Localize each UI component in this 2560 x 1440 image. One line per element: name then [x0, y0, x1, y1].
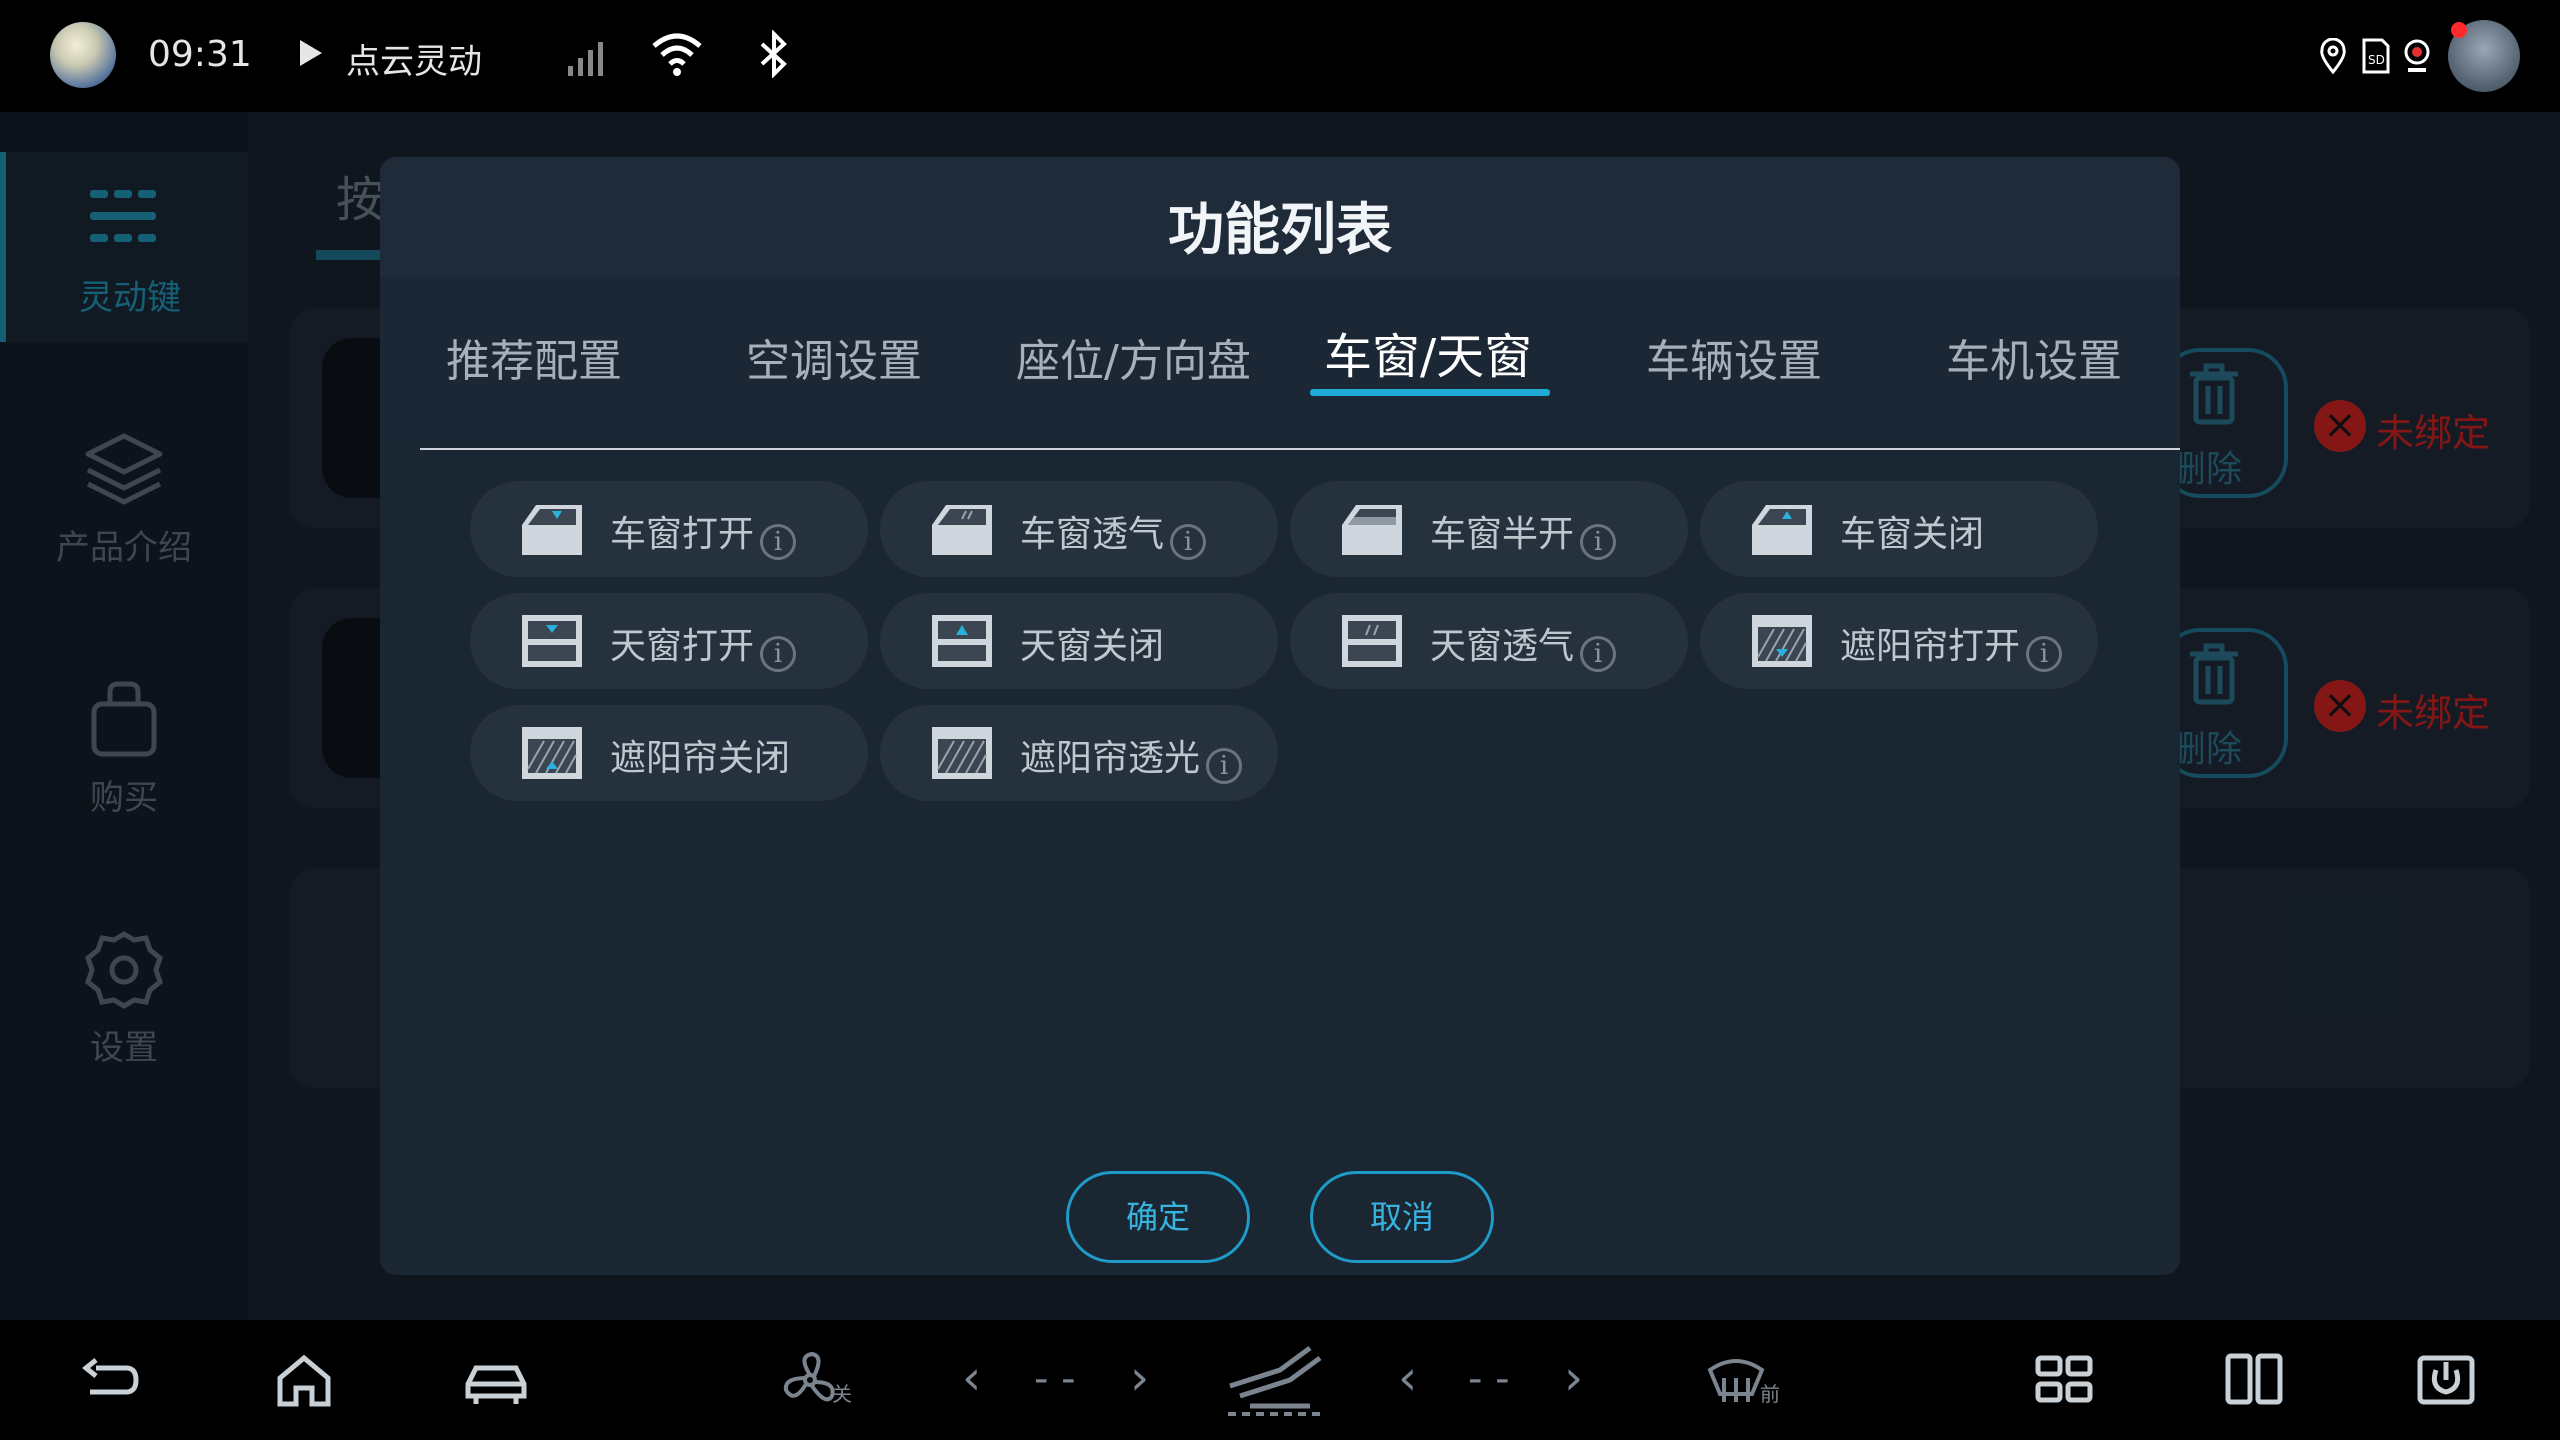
status-bar: 09:31 点云灵动 SD — [0, 0, 2560, 112]
seat-heat-icon[interactable] — [1220, 1340, 1330, 1420]
function-item-sunshade-open[interactable]: 遮阳帘打开 i — [1700, 593, 2098, 689]
location-icon — [2320, 38, 2346, 74]
function-label: 车窗半开 — [1430, 514, 1575, 555]
function-item-window-close[interactable]: 车窗关闭 — [1700, 481, 2098, 577]
function-item-window-half[interactable]: 车窗半开 i — [1290, 481, 1688, 577]
function-label: 天窗透气 — [1430, 626, 1575, 667]
sunshade-light-icon — [932, 727, 992, 779]
function-label: 天窗打开 — [610, 626, 755, 667]
tab-climate[interactable]: 空调设置 — [746, 325, 922, 389]
sunroof-open-icon — [522, 615, 582, 667]
category-tabs: 推荐配置 空调设置 座位/方向盘 车窗/天窗 车辆设置 车机设置 — [380, 277, 2180, 447]
car-window-close-icon — [1752, 505, 1812, 555]
right-temp-value: - - — [1468, 1356, 1510, 1402]
now-playing-label[interactable]: 点云灵动 — [346, 34, 482, 83]
function-item-window-vent[interactable]: 车窗透气 i — [880, 481, 1278, 577]
tab-recommended[interactable]: 推荐配置 — [446, 325, 622, 389]
info-icon[interactable]: i — [1206, 748, 1243, 784]
signal-icon — [568, 42, 603, 76]
fan-status: 关 — [832, 1382, 852, 1406]
app-avatar[interactable] — [50, 22, 116, 88]
function-label: 天窗关闭 — [1020, 626, 1165, 667]
tabs-divider — [420, 448, 2180, 450]
info-icon[interactable]: i — [1170, 524, 1207, 560]
confirm-button[interactable]: 确定 — [1066, 1171, 1250, 1263]
left-temp-up-icon[interactable]: › — [1130, 1350, 1149, 1406]
tab-seat-steering[interactable]: 座位/方向盘 — [1016, 325, 1251, 389]
sunroof-close-icon — [932, 615, 992, 667]
home-icon[interactable] — [272, 1348, 336, 1412]
function-item-window-open[interactable]: 车窗打开 i — [470, 481, 868, 577]
left-temp-value: - - — [1034, 1356, 1076, 1402]
dialog-header: 功能列表 — [380, 157, 2180, 277]
function-item-sunshade-light[interactable]: 遮阳帘透光 i — [880, 705, 1278, 801]
info-icon[interactable]: i — [760, 524, 797, 560]
tab-infotainment[interactable]: 车机设置 — [1946, 325, 2122, 389]
svg-text:SD: SD — [2368, 53, 2385, 67]
car-window-vent-icon — [932, 505, 992, 555]
info-icon[interactable]: i — [1580, 524, 1617, 560]
defrost-icon[interactable] — [1704, 1348, 1768, 1412]
function-label: 车窗打开 — [610, 514, 755, 555]
car-window-open-icon — [522, 505, 582, 555]
sunshade-close-icon — [522, 727, 582, 779]
function-item-sunroof-open[interactable]: 天窗打开 i — [470, 593, 868, 689]
info-icon[interactable]: i — [1580, 636, 1617, 672]
tab-window-sunroof[interactable]: 车窗/天窗 — [1324, 317, 1532, 387]
split-screen-icon[interactable] — [2222, 1348, 2286, 1412]
apps-icon[interactable] — [2032, 1348, 2096, 1412]
left-temp-down-icon[interactable]: ‹ — [962, 1350, 981, 1406]
right-temp-up-icon[interactable]: › — [1564, 1350, 1583, 1406]
notification-dot — [2451, 22, 2467, 38]
function-item-sunroof-close[interactable]: 天窗关闭 — [880, 593, 1278, 689]
info-icon[interactable]: i — [2026, 636, 2063, 672]
bluetooth-icon — [760, 30, 787, 78]
sunshade-open-icon — [1752, 615, 1812, 667]
function-label: 车窗关闭 — [1840, 514, 1985, 555]
right-temp-down-icon[interactable]: ‹ — [1398, 1350, 1417, 1406]
wifi-icon — [652, 33, 702, 76]
power-icon[interactable] — [2414, 1348, 2478, 1412]
play-icon[interactable] — [300, 40, 322, 66]
sunroof-vent-icon — [1342, 615, 1402, 667]
function-label: 遮阳帘关闭 — [610, 738, 791, 779]
bottom-dock: 关 ‹ - - › ‹ - - › 前 — [0, 1320, 2560, 1440]
function-list-dialog: 功能列表 推荐配置 空调设置 座位/方向盘 车窗/天窗 车辆设置 车机设置 车窗… — [380, 157, 2180, 1275]
car-icon[interactable] — [462, 1348, 530, 1412]
back-icon[interactable] — [78, 1348, 142, 1412]
function-item-sunshade-close[interactable]: 遮阳帘关闭 — [470, 705, 868, 801]
function-label: 遮阳帘透光 — [1020, 738, 1201, 779]
cancel-button[interactable]: 取消 — [1310, 1171, 1494, 1263]
camera-icon — [2404, 39, 2430, 72]
function-label: 车窗透气 — [1020, 514, 1165, 555]
function-item-sunroof-vent[interactable]: 天窗透气 i — [1290, 593, 1688, 689]
dialog-title: 功能列表 — [1168, 198, 1392, 263]
function-label: 遮阳帘打开 — [1840, 626, 2021, 667]
info-icon[interactable]: i — [760, 636, 797, 672]
defrost-label: 前 — [1760, 1382, 1780, 1406]
tab-vehicle[interactable]: 车辆设置 — [1646, 325, 1822, 389]
sd-card-icon: SD — [2362, 38, 2390, 74]
clock: 09:31 — [148, 34, 252, 75]
active-tab-indicator — [1310, 389, 1550, 396]
car-window-half-icon — [1342, 505, 1402, 555]
